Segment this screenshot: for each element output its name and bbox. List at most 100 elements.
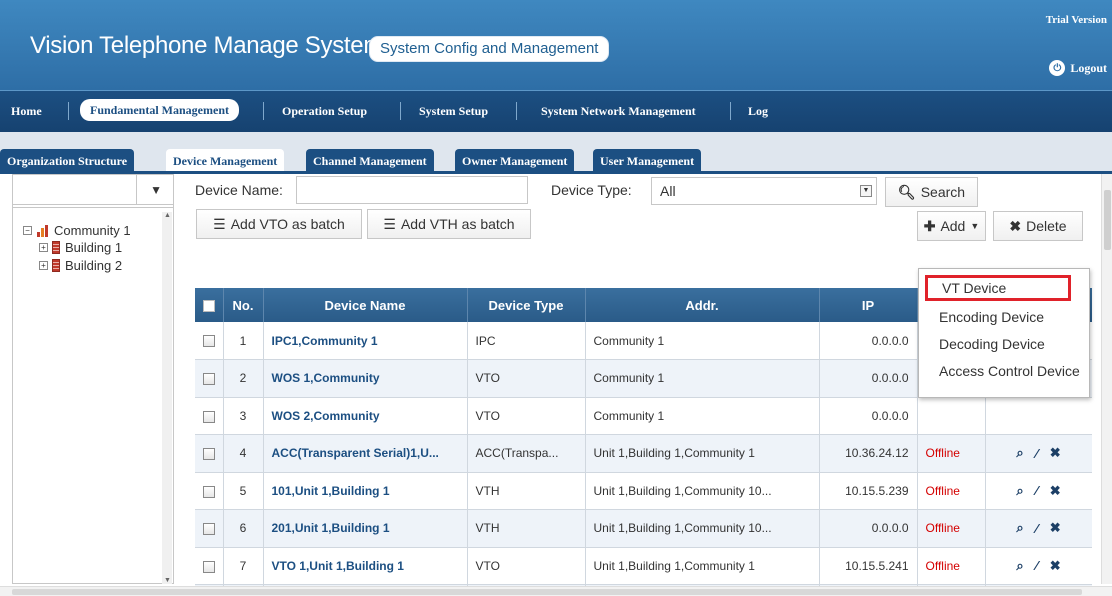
nav-log[interactable]: Log: [748, 104, 768, 119]
column-header-device-type[interactable]: Device Type: [467, 288, 586, 322]
row-checkbox[interactable]: [195, 472, 224, 510]
checkbox[interactable]: [202, 560, 215, 573]
cell-device-name[interactable]: ACC(Transparent Serial)1,U...: [263, 434, 468, 473]
table-row[interactable]: 6 201,Unit 1,Building 1 VTH Unit 1,Building…: [195, 509, 1092, 548]
expand-icon[interactable]: +: [39, 261, 48, 270]
column-header-addr[interactable]: Addr.: [585, 288, 820, 322]
search-button[interactable]: 🔍︎ Search: [885, 177, 978, 207]
scrollbar-thumb[interactable]: [12, 589, 1082, 595]
row-checkbox[interactable]: [195, 509, 224, 548]
device-type-value: All: [660, 183, 676, 199]
column-header-device-name[interactable]: Device Name: [263, 288, 468, 322]
nav-fundamental-management[interactable]: Fundamental Management: [80, 99, 239, 121]
nav-operation-setup[interactable]: Operation Setup: [282, 104, 367, 119]
device-name-input[interactable]: [296, 176, 528, 204]
cell-device-name[interactable]: VTO 1,Unit 1,Building 1: [263, 547, 468, 585]
cell-actions: ⌕ ∕ ✖: [985, 509, 1092, 548]
menu-item-encoding-device[interactable]: Encoding Device: [919, 304, 1089, 331]
cell-addr: Unit 1,Building 1,Community 1: [585, 434, 820, 473]
cell-device-name[interactable]: WOS 1,Community: [263, 359, 468, 398]
checkbox[interactable]: [202, 523, 215, 536]
view-icon[interactable]: ⌕: [1016, 520, 1023, 536]
expand-icon[interactable]: +: [39, 243, 48, 252]
column-header-ip[interactable]: IP: [819, 288, 918, 322]
delete-icon[interactable]: ✖: [1050, 558, 1061, 574]
menu-item-vt-device[interactable]: VT Device: [925, 275, 1071, 301]
nav-system-network-management[interactable]: System Network Management: [541, 104, 696, 119]
delete-icon[interactable]: ✖: [1050, 483, 1061, 499]
building-icon: [52, 241, 60, 254]
checkbox[interactable]: [202, 485, 215, 498]
device-type-select[interactable]: All ▼: [651, 177, 877, 205]
delete-button[interactable]: ✖ Delete: [993, 211, 1083, 241]
table-row[interactable]: 3 WOS 2,Community VTO Community 1 0.0.0.0: [195, 397, 1092, 435]
add-vto-batch-label: Add VTO as batch: [230, 216, 345, 232]
chevron-down-icon[interactable]: ▼: [860, 185, 872, 197]
nav-divider: [400, 102, 401, 120]
edit-icon[interactable]: ∕: [1036, 483, 1038, 498]
tree-node-building-1[interactable]: + Building 1: [39, 240, 122, 255]
row-checkbox[interactable]: [195, 322, 224, 360]
page-vertical-scrollbar[interactable]: [1101, 174, 1112, 584]
checkbox[interactable]: [202, 448, 215, 461]
cell-device-type: VTO: [467, 397, 586, 435]
table-row[interactable]: 7 VTO 1,Unit 1,Building 1 VTO Unit 1,Buildi…: [195, 547, 1092, 585]
add-vto-batch-button[interactable]: ☰ Add VTO as batch: [196, 209, 362, 239]
tab-device-management[interactable]: Device Management: [166, 149, 285, 173]
tree-node-community[interactable]: − Community 1: [23, 223, 131, 238]
view-icon[interactable]: ⌕: [1016, 445, 1023, 461]
cell-device-name[interactable]: 201,Unit 1,Building 1: [263, 509, 468, 548]
edit-icon[interactable]: ∕: [1036, 558, 1038, 573]
filter-icon[interactable]: ▼: [150, 183, 162, 197]
collapse-icon[interactable]: −: [23, 226, 32, 235]
column-header-no[interactable]: No.: [223, 288, 264, 322]
edit-icon[interactable]: ∕: [1036, 446, 1038, 461]
checkbox[interactable]: [202, 373, 215, 386]
cell-no: 5: [223, 472, 264, 510]
view-icon[interactable]: ⌕: [1016, 483, 1023, 499]
row-checkbox[interactable]: [195, 434, 224, 473]
select-all-checkbox[interactable]: [195, 288, 224, 322]
nav-home[interactable]: Home: [11, 104, 42, 119]
tab-user-management[interactable]: User Management: [593, 149, 702, 173]
cell-ip: 0.0.0.0: [819, 322, 918, 360]
scrollbar-thumb[interactable]: [1104, 190, 1111, 250]
tab-owner-management[interactable]: Owner Management: [455, 149, 575, 173]
cell-device-name[interactable]: WOS 2,Community: [263, 397, 468, 435]
tab-organization-structure[interactable]: Organization Structure: [0, 149, 135, 173]
cell-actions: ⌕ ∕ ✖: [985, 434, 1092, 473]
tree-filter-input[interactable]: [13, 175, 137, 204]
checkbox[interactable]: [202, 410, 215, 423]
checkbox[interactable]: [202, 335, 215, 348]
cell-status: [917, 397, 986, 435]
view-icon[interactable]: ⌕: [1016, 558, 1023, 574]
row-checkbox[interactable]: [195, 359, 224, 398]
edit-icon[interactable]: ∕: [1036, 521, 1038, 536]
cell-device-type: IPC: [467, 322, 586, 360]
add-vth-batch-button[interactable]: ☰ Add VTH as batch: [367, 209, 531, 239]
cell-device-name[interactable]: IPC1,Community 1: [263, 322, 468, 360]
cell-device-name[interactable]: 101,Unit 1,Building 1: [263, 472, 468, 510]
delete-icon[interactable]: ✖: [1050, 445, 1061, 461]
scroll-down-icon[interactable]: ▼: [164, 577, 171, 584]
table-row[interactable]: 4 ACC(Transparent Serial)1,U... ACC(Transp…: [195, 434, 1092, 473]
page-horizontal-scrollbar[interactable]: [0, 586, 1112, 596]
table-row[interactable]: 5 101,Unit 1,Building 1 VTH Unit 1,Building…: [195, 472, 1092, 510]
logout-button[interactable]: ⏻ Logout: [1049, 60, 1107, 76]
scroll-up-icon[interactable]: ▲: [164, 212, 171, 219]
tab-channel-management[interactable]: Channel Management: [306, 149, 434, 173]
cell-actions: [985, 397, 1092, 435]
row-checkbox[interactable]: [195, 397, 224, 435]
row-checkbox[interactable]: [195, 547, 224, 585]
delete-icon[interactable]: ✖: [1050, 520, 1061, 536]
nav-system-setup[interactable]: System Setup: [419, 104, 488, 119]
cell-no: 4: [223, 434, 264, 473]
add-button[interactable]: ✚ Add ▼: [917, 211, 986, 241]
tree-node-building-2[interactable]: + Building 2: [39, 258, 122, 273]
cell-no: 6: [223, 509, 264, 548]
tree-scrollbar[interactable]: ▲ ▼: [162, 212, 172, 584]
menu-item-access-control-device[interactable]: Access Control Device: [919, 358, 1089, 385]
cell-status: Offline: [917, 509, 986, 548]
device-type-label: Device Type:: [551, 182, 632, 198]
menu-item-decoding-device[interactable]: Decoding Device: [919, 331, 1089, 358]
